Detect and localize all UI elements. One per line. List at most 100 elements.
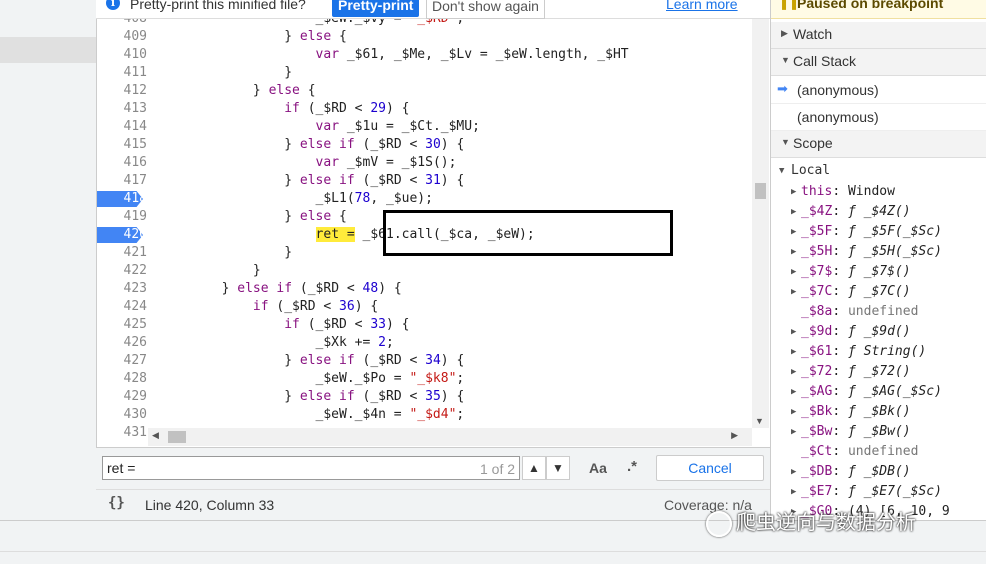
line-number[interactable]: 412 (97, 82, 147, 100)
code-text: if (_$RD < 29) { (159, 100, 409, 118)
code-line[interactable]: 413 if (_$RD < 29) { (97, 100, 753, 118)
call-frame[interactable]: (anonymous) (771, 104, 986, 131)
scope-variable[interactable]: _$8a: undefined (771, 302, 986, 322)
line-number[interactable]: 422 (97, 262, 147, 280)
chevron-right-icon[interactable]: ▶ (791, 382, 796, 402)
scroll-left-icon[interactable]: ◀ (152, 430, 159, 441)
code-line[interactable]: 410 var _$61, _$Me, _$Lv = _$eW.length, … (97, 46, 753, 64)
cancel-button[interactable]: Cancel (656, 455, 764, 481)
line-number[interactable]: 411 (97, 64, 147, 82)
chevron-right-icon[interactable]: ▶ (791, 242, 796, 262)
line-number[interactable]: 415 (97, 136, 147, 154)
call-frame-current[interactable]: ➡ (anonymous) (771, 77, 986, 104)
line-number[interactable]: 424 (97, 298, 147, 316)
line-number[interactable]: 421 (97, 244, 147, 262)
pretty-print-braces-icon[interactable]: {} (108, 495, 125, 511)
line-number[interactable]: 427 (97, 352, 147, 370)
chevron-down-icon[interactable]: ▼ (546, 456, 570, 480)
chevron-right-icon[interactable]: ▶ (791, 402, 796, 422)
chevron-up-icon[interactable]: ▲ (522, 456, 546, 480)
code-line[interactable]: 429 } else if (_$RD < 35) { (97, 388, 753, 406)
scope-variable[interactable]: ▶ this: Window (771, 182, 986, 202)
vertical-scrollbar[interactable]: ▼ (752, 18, 769, 428)
line-number[interactable]: 417 (97, 172, 147, 190)
line-number[interactable]: 410 (97, 46, 147, 64)
scope-variable[interactable]: ▶ _$AG: ƒ _$AG(_$Sc) (771, 382, 986, 402)
line-number[interactable]: 426 (97, 334, 147, 352)
code-line[interactable]: 416 var _$mV = _$1S(); (97, 154, 753, 172)
chevron-right-icon[interactable]: ▶ (791, 322, 796, 342)
code-line[interactable]: 414 var _$1u = _$Ct._$MU; (97, 118, 753, 136)
horizontal-scrollbar[interactable]: ◀ ▶ (148, 428, 752, 446)
paused-message: Paused on breakpoint (797, 0, 944, 11)
vertical-scroll-thumb[interactable] (755, 183, 766, 199)
scroll-right-icon[interactable]: ▶ (731, 430, 738, 441)
code-line[interactable]: 411 } (97, 64, 753, 82)
local-scope-header[interactable]: ▼ Local (771, 160, 986, 182)
call-stack-section-header[interactable]: ▼ Call Stack (771, 49, 986, 76)
code-line[interactable]: 424 if (_$RD < 36) { (97, 298, 753, 316)
regex-button[interactable]: .* (627, 458, 637, 475)
code-line[interactable]: 418 _$L1(78, _$ue); (97, 190, 753, 208)
line-number[interactable]: 425 (97, 316, 147, 334)
chevron-right-icon[interactable]: ▶ (791, 182, 796, 202)
chevron-right-icon[interactable]: ▶ (791, 282, 796, 302)
chevron-right-icon[interactable]: ▶ (791, 422, 796, 442)
watch-section-header[interactable]: ▶ Watch (771, 22, 986, 49)
line-number[interactable]: 416 (97, 154, 147, 172)
scope-variable[interactable]: ▶ _$9d: ƒ _$9d() (771, 322, 986, 342)
code-line[interactable]: 412 } else { (97, 82, 753, 100)
match-case-button[interactable]: Aa (589, 460, 607, 476)
scope-variable[interactable]: ▶ _$61: ƒ String() (771, 342, 986, 362)
code-line[interactable]: 417 } else if (_$RD < 31) { (97, 172, 753, 190)
line-number[interactable]: 431 (97, 424, 147, 442)
code-line[interactable]: 409 } else { (97, 28, 753, 46)
learn-more-link[interactable]: Learn more (666, 0, 738, 12)
chevron-right-icon[interactable]: ▶ (791, 362, 796, 382)
chevron-right-icon[interactable]: ▶ (791, 222, 796, 242)
scope-variable[interactable]: ▶ _$72: ƒ _$72() (771, 362, 986, 382)
dont-show-again-button[interactable]: Don't show again (426, 0, 545, 19)
chevron-right-icon[interactable]: ▶ (791, 262, 796, 282)
scope-variable[interactable]: ▶ _$4Z: ƒ _$4Z() (771, 202, 986, 222)
selected-file-row[interactable] (0, 37, 96, 63)
code-line[interactable]: 428 _$eW._$Po = "_$k8"; (97, 370, 753, 388)
scope-section-header[interactable]: ▼ Scope (771, 131, 986, 158)
code-line[interactable]: 425 if (_$RD < 33) { (97, 316, 753, 334)
code-line[interactable]: 415 } else if (_$RD < 30) { (97, 136, 753, 154)
scope-variable[interactable]: _$Ct: undefined (771, 442, 986, 462)
line-number[interactable]: 423 (97, 280, 147, 298)
line-number[interactable]: 414 (97, 118, 147, 136)
scope-variable[interactable]: ▶ _$5F: ƒ _$5F(_$Sc) (771, 222, 986, 242)
line-number[interactable]: 418 (97, 190, 147, 208)
line-number[interactable]: 413 (97, 100, 147, 118)
scope-variable[interactable]: ▶ _$Bw: ƒ _$Bw() (771, 422, 986, 442)
scope-variable[interactable]: ▶ _$7$: ƒ _$7$() (771, 262, 986, 282)
code-line[interactable]: 430 _$eW._$4n = "_$d4"; (97, 406, 753, 424)
line-number[interactable]: 428 (97, 370, 147, 388)
pretty-print-button[interactable]: Pretty-print (332, 0, 420, 17)
line-number[interactable]: 430 (97, 406, 147, 424)
scope-variable[interactable]: ▶ _$Bk: ƒ _$Bk() (771, 402, 986, 422)
line-number[interactable]: 420 (97, 226, 147, 244)
scope-variable[interactable]: ▶ _$E7: ƒ _$E7(_$Sc) (771, 482, 986, 502)
code-line[interactable]: 427 } else if (_$RD < 34) { (97, 352, 753, 370)
chevron-right-icon[interactable]: ▶ (791, 462, 796, 482)
scope-variable[interactable]: ▶ _$DB: ƒ _$DB() (771, 462, 986, 482)
chevron-right-icon[interactable]: ▶ (791, 342, 796, 362)
chevron-right-icon[interactable]: ▶ (791, 482, 796, 502)
variable-name: _$7C (801, 284, 833, 299)
line-number[interactable]: 429 (97, 388, 147, 406)
scope-variable[interactable]: ▶ _$5H: ƒ _$5H(_$Sc) (771, 242, 986, 262)
scope-variable[interactable]: ▶ _$7C: ƒ _$7C() (771, 282, 986, 302)
code-line[interactable]: 422 } (97, 262, 753, 280)
code-line[interactable]: 423 } else if (_$RD < 48) { (97, 280, 753, 298)
code-line[interactable]: 426 _$Xk += 2; (97, 334, 753, 352)
scroll-down-icon[interactable]: ▼ (755, 416, 764, 426)
variable-entry: _$Ct: undefined (801, 442, 918, 462)
search-input[interactable] (102, 456, 520, 480)
horizontal-scroll-thumb[interactable] (168, 431, 186, 443)
line-number[interactable]: 409 (97, 28, 147, 46)
chevron-right-icon[interactable]: ▶ (791, 202, 796, 222)
line-number[interactable]: 419 (97, 208, 147, 226)
